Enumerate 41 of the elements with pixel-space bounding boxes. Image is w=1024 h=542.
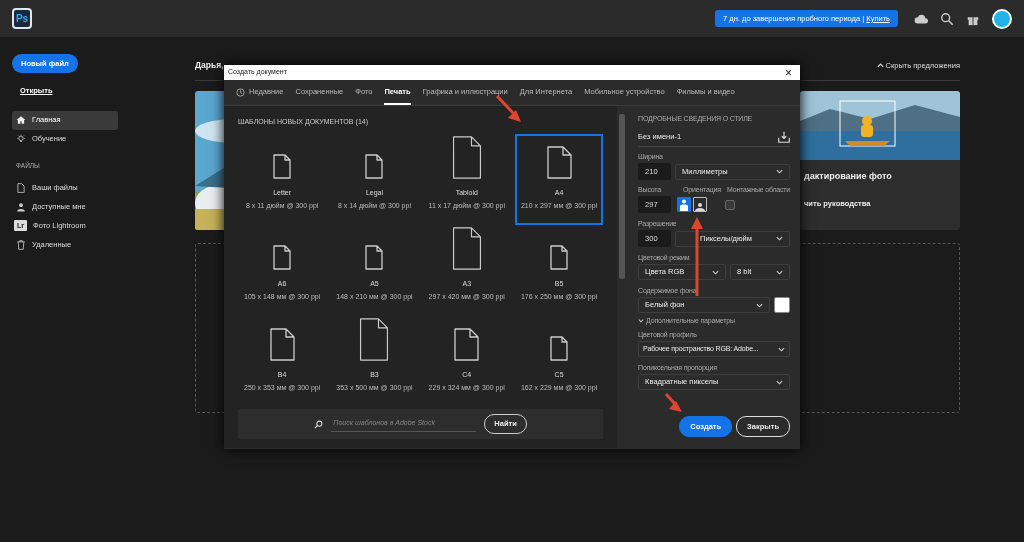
document-icon bbox=[550, 245, 569, 270]
close-button[interactable]: × bbox=[781, 66, 796, 79]
chevron-down-icon[interactable] bbox=[638, 318, 645, 324]
annotation-arrow bbox=[495, 94, 521, 122]
chevron-down-icon bbox=[712, 269, 720, 275]
chevron-down-icon bbox=[756, 302, 763, 308]
avatar[interactable] bbox=[992, 8, 1012, 29]
file-icon bbox=[16, 182, 26, 193]
annotation-arrow bbox=[664, 393, 682, 412]
home-icon bbox=[16, 115, 26, 125]
document-icon bbox=[454, 328, 480, 361]
document-icon bbox=[269, 328, 295, 361]
artboards-checkbox[interactable] bbox=[725, 199, 736, 210]
trash-icon bbox=[16, 239, 26, 250]
document-icon bbox=[546, 146, 572, 179]
card-title: дактирование фото bbox=[804, 169, 893, 183]
lightbulb-icon bbox=[16, 134, 26, 144]
document-icon bbox=[450, 136, 483, 179]
document-icon bbox=[365, 245, 384, 270]
greeting-heading: Дарья, bbox=[195, 59, 224, 72]
app-logo[interactable]: Ps bbox=[12, 8, 32, 29]
document-icon bbox=[358, 318, 391, 361]
landscape-button[interactable] bbox=[693, 197, 708, 212]
chevron-down-icon bbox=[778, 346, 785, 352]
chevron-down-icon bbox=[776, 269, 783, 275]
chevron-down-icon bbox=[776, 169, 783, 174]
document-icon bbox=[273, 245, 292, 270]
document-icon bbox=[450, 227, 483, 270]
chevron-down-icon bbox=[776, 236, 783, 241]
search-icon[interactable] bbox=[940, 11, 954, 26]
save-preset-icon[interactable] bbox=[778, 131, 790, 143]
document-icon bbox=[365, 154, 384, 179]
search-icon bbox=[314, 419, 324, 429]
person-icon bbox=[16, 201, 26, 212]
clock-icon bbox=[236, 87, 245, 97]
document-icon bbox=[273, 154, 292, 179]
chevron-up-icon bbox=[876, 62, 884, 68]
document-icon bbox=[550, 336, 569, 361]
portrait-button[interactable] bbox=[677, 197, 692, 212]
color-swatch[interactable] bbox=[774, 297, 790, 313]
chevron-down-icon bbox=[776, 379, 783, 385]
